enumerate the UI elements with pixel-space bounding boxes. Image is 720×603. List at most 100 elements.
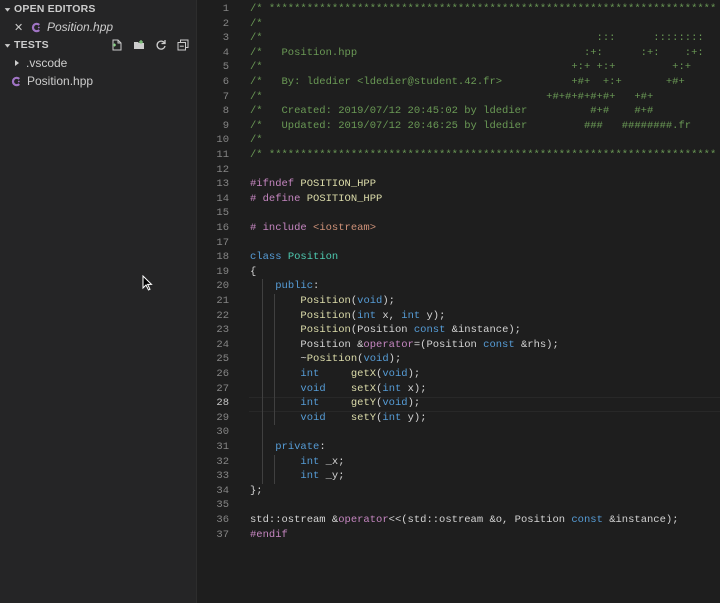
open-editors-label: OPEN EDITORS <box>14 3 96 15</box>
code-line[interactable]: 37 #endif <box>197 528 720 543</box>
line-number: 30 <box>216 426 229 439</box>
code-editor[interactable]: 1 /* ************************************… <box>197 0 720 603</box>
line-number: 4 <box>222 46 229 59</box>
line-number: 3 <box>222 32 229 45</box>
code-line[interactable]: 15 <box>197 206 720 221</box>
code-line[interactable]: 9 /* Updated: 2019/07/12 20:46:25 by lded… <box>197 119 720 134</box>
code-line[interactable]: 14 # define POSITION_HPP <box>197 192 720 207</box>
code-line[interactable]: 24 Position &operator=(Position const &r… <box>197 338 720 353</box>
code-text: int _x; <box>300 455 345 468</box>
line-number: 28 <box>216 397 229 410</box>
code-line[interactable]: 30 <box>197 425 720 440</box>
code-line[interactable]: 28 int getY(void); <box>197 396 720 411</box>
code-text: std::ostream &operator<<(std::ostream &o… <box>250 514 679 526</box>
code-text: # define POSITION_HPP <box>250 192 383 205</box>
code-text: /* Created: 2019/07/12 20:45:02 by ldedi… <box>250 105 720 118</box>
tests-folder-header[interactable]: TESTS <box>0 36 196 54</box>
code-line[interactable]: 4 /* Position.hpp :+: :+: :+: */ <box>197 46 720 61</box>
code-line[interactable]: 8 /* Created: 2019/07/12 20:45:02 by lded… <box>197 104 720 119</box>
code-line[interactable]: 2 /* */ <box>197 17 720 32</box>
cpp-file-icon <box>30 21 42 33</box>
code-line[interactable]: 19 { <box>197 265 720 280</box>
open-editors-header[interactable]: OPEN EDITORS <box>0 0 196 18</box>
code-text: #ifndef POSITION_HPP <box>250 178 377 191</box>
code-text: class Position <box>250 251 339 264</box>
code-line[interactable]: 21 Position(void); <box>197 294 720 309</box>
line-number: 2 <box>222 17 229 30</box>
code-line[interactable]: 16 # include <iostream> <box>197 221 720 236</box>
code-line[interactable]: 23 Position(Position const &instance); <box>197 323 720 338</box>
code-text: { <box>250 265 257 278</box>
line-number: 11 <box>216 149 229 161</box>
code-text: /* */ <box>250 134 720 147</box>
code-line[interactable]: 18 class Position <box>197 250 720 265</box>
code-text: void setX(int x); <box>300 382 427 395</box>
code-text: int _y; <box>300 470 345 483</box>
line-number: 23 <box>216 324 229 337</box>
code-text: ~Position(void); <box>250 353 402 366</box>
line-number: 26 <box>216 368 229 380</box>
indent-guide <box>261 279 263 484</box>
code-line[interactable]: 20 public: <box>197 279 720 294</box>
tree-folder-item[interactable]: .vscode <box>0 54 196 72</box>
line-number: 18 <box>216 251 229 264</box>
line-number: 1 <box>222 3 229 15</box>
code-line[interactable]: 35 <box>197 498 720 513</box>
code-line[interactable]: 33 int _y; <box>197 469 720 484</box>
code-line[interactable]: 12 <box>197 163 720 178</box>
code-text: public: <box>275 280 320 293</box>
code-text: Position(Position const &instance); <box>300 324 521 337</box>
code-line[interactable]: 17 <box>197 236 720 251</box>
indent-guide <box>274 294 276 426</box>
code-line[interactable]: 10 /* */ <box>197 133 720 148</box>
refresh-icon[interactable] <box>154 38 168 52</box>
code-text: /* Updated: 2019/07/12 20:46:25 by ldedi… <box>250 119 720 132</box>
new-folder-icon[interactable] <box>132 38 146 52</box>
code-line[interactable]: 36 std::ostream &operator<<(std::ostream … <box>197 513 720 528</box>
code-line[interactable]: 27 void setX(int x); <box>197 382 720 397</box>
code-line[interactable]: 25 ~Position(void); <box>197 352 720 367</box>
line-number: 5 <box>222 61 229 74</box>
code-text: int getY(void); <box>300 397 421 410</box>
code-line[interactable]: 29 void setY(int y); <box>197 411 720 426</box>
code-line[interactable]: 11 /* ***********************************… <box>197 148 720 163</box>
code-text: /* +#+#+#+#+#+ +#+ */ <box>250 90 720 103</box>
line-number: 33 <box>216 470 229 483</box>
tree-file-item[interactable]: Position.hpp <box>0 72 196 90</box>
line-number: 27 <box>216 382 229 395</box>
code-line[interactable]: 34}; <box>197 484 720 499</box>
code-line[interactable]: 31 private: <box>197 440 720 455</box>
line-number: 21 <box>216 295 229 307</box>
code-line[interactable]: 6 /* By: ldedier <ldedier@student.42.fr> … <box>197 75 720 90</box>
code-line[interactable]: 13 #ifndef POSITION_HPP <box>197 177 720 192</box>
code-line[interactable]: 26 int getX(void); <box>197 367 720 382</box>
code-text: /* By: ldedier <ldedier@student.42.fr> +… <box>250 76 720 88</box>
open-editor-item[interactable]: ✕ Position.hpp <box>0 18 196 36</box>
mouse-pointer-icon <box>142 275 153 291</box>
code-line[interactable]: 5 /* +:+ +:+ +:+ */ <box>197 60 720 75</box>
code-line[interactable]: 22 Position(int x, int y); <box>197 309 720 324</box>
close-icon[interactable]: ✕ <box>14 21 24 34</box>
collapse-all-icon[interactable] <box>176 38 190 52</box>
line-number: 19 <box>216 265 229 278</box>
line-number: 12 <box>216 163 229 176</box>
line-number: 29 <box>216 411 229 424</box>
tree-folder-label: .vscode <box>26 56 68 70</box>
new-file-icon[interactable] <box>110 38 124 52</box>
code-line[interactable]: 32 int _x; <box>197 455 720 470</box>
line-number: 10 <box>216 134 229 147</box>
line-number: 20 <box>216 280 229 293</box>
explorer-toolbar <box>110 36 190 54</box>
line-number: 36 <box>216 514 229 526</box>
code-text: }; <box>250 484 263 497</box>
line-number: 16 <box>216 222 229 234</box>
line-number: 7 <box>222 90 229 103</box>
chevron-down-icon <box>2 40 12 50</box>
code-line[interactable]: 1 /* ************************************… <box>197 2 720 17</box>
code-line[interactable]: 7 /* +#+#+#+#+#+ +#+ */ <box>197 90 720 105</box>
code-text: /* *************************************… <box>250 3 720 15</box>
code-line[interactable]: 3 /* ::: :::::::: */ <box>197 31 720 46</box>
line-number: 32 <box>216 455 229 468</box>
code-text: /* Position.hpp :+: :+: :+: */ <box>250 46 720 59</box>
code-text: Position(void); <box>300 295 395 307</box>
